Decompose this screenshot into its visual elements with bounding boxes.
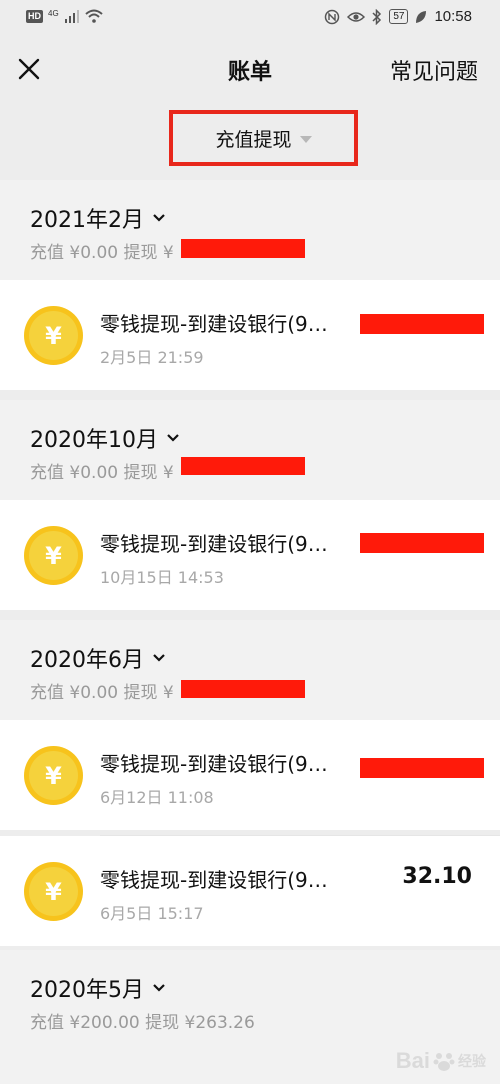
recharge-total: 充值 ¥0.00: [30, 683, 119, 703]
signal-icon: [64, 10, 79, 23]
redaction-bar: [360, 314, 484, 334]
transaction-row[interactable]: ¥ 零钱提现-到建设银行(9… 6月12日 11:08: [0, 720, 500, 830]
withdraw-total: 提现 ¥: [123, 463, 174, 483]
status-left: HD 4G: [26, 9, 103, 23]
yuan-symbol: ¥: [29, 867, 78, 916]
month-summary: 充值 ¥0.00 提现 ¥: [30, 678, 174, 703]
chevron-down-icon: [153, 984, 165, 992]
withdraw-total: 提现 ¥: [123, 243, 174, 263]
transaction-row[interactable]: ¥ 零钱提现-到建设银行(9… 10月15日 14:53: [0, 500, 500, 610]
leaf-icon: [416, 10, 427, 23]
filter-label: 充值提现: [215, 128, 292, 151]
status-bar: HD 4G 57 10:58: [0, 0, 500, 36]
eye-icon: [347, 11, 366, 22]
month-summary: 充值 ¥200.00 提现 ¥263.26: [30, 1008, 255, 1033]
close-icon: [18, 58, 40, 80]
nfc-icon: [325, 9, 340, 24]
yuan-symbol: ¥: [29, 751, 78, 800]
transaction-title: 零钱提现-到建设银行(9…: [100, 312, 328, 336]
coin-icon: ¥: [24, 862, 83, 921]
month-label: 2020年10月: [30, 428, 158, 453]
redaction-bar: [181, 239, 305, 258]
redaction-bar: [360, 533, 484, 553]
month-header: 2020年10月 充值 ¥0.00 提现 ¥: [0, 400, 500, 500]
redaction-bar: [181, 680, 305, 698]
coin-icon: ¥: [24, 746, 83, 805]
month-label: 2020年6月: [30, 648, 144, 673]
transaction-title: 零钱提现-到建设银行(9…: [100, 868, 328, 892]
transaction-time: 10月15日 14:53: [100, 568, 224, 587]
watermark-sub: 经验: [458, 1054, 486, 1070]
transaction-amount: 32.10: [402, 864, 472, 889]
caret-down-icon: [299, 136, 312, 143]
transaction-row[interactable]: ¥ 零钱提现-到建设银行(9… 6月5日 15:17 32.10: [0, 836, 500, 946]
transaction-title: 零钱提现-到建设银行(9…: [100, 532, 328, 556]
chevron-down-icon: [153, 654, 165, 662]
close-button[interactable]: [14, 54, 44, 84]
month-header: 2020年6月 充值 ¥0.00 提现 ¥: [0, 620, 500, 720]
redaction-bar: [181, 457, 305, 475]
clock-time: 10:58: [434, 8, 472, 25]
withdraw-total: 提现 ¥263.26: [145, 1013, 255, 1033]
month-selector[interactable]: 2020年10月: [30, 422, 180, 454]
network-type: 4G: [48, 8, 59, 18]
faq-link[interactable]: 常见问题: [390, 54, 478, 86]
redaction-bar: [360, 758, 484, 778]
baidu-watermark: Bai 经验: [396, 1048, 486, 1074]
coin-icon: ¥: [24, 526, 83, 585]
filter-dropdown[interactable]: 充值提现: [169, 110, 358, 166]
chevron-down-icon: [153, 214, 165, 222]
withdraw-total: 提现 ¥: [123, 683, 174, 703]
yuan-symbol: ¥: [29, 311, 78, 360]
recharge-total: 充值 ¥200.00: [30, 1013, 140, 1033]
yuan-symbol: ¥: [29, 531, 78, 580]
wifi-icon: [85, 9, 103, 23]
watermark-brand: Bai: [395, 1048, 430, 1073]
transaction-title: 零钱提现-到建设银行(9…: [100, 752, 328, 776]
bluetooth-icon: [372, 8, 382, 25]
coin-icon: ¥: [24, 306, 83, 365]
month-selector[interactable]: 2020年5月: [30, 972, 166, 1004]
recharge-total: 充值 ¥0.00: [30, 243, 119, 263]
nav-bar: 账单 常见问题: [0, 36, 500, 102]
transaction-time: 6月5日 15:17: [100, 904, 204, 923]
transaction-time: 6月12日 11:08: [100, 788, 214, 807]
month-summary: 充值 ¥0.00 提现 ¥: [30, 458, 174, 483]
battery-indicator: 57: [389, 9, 409, 24]
month-selector[interactable]: 2021年2月: [30, 202, 166, 234]
month-label: 2021年2月: [30, 208, 144, 233]
month-selector[interactable]: 2020年6月: [30, 642, 166, 674]
month-header: 2021年2月 充值 ¥0.00 提现 ¥: [0, 180, 500, 280]
chevron-down-icon: [167, 434, 179, 442]
paw-icon: [433, 1053, 455, 1071]
month-label: 2020年5月: [30, 978, 144, 1003]
transaction-row[interactable]: ¥ 零钱提现-到建设银行(9… 2月5日 21:59: [0, 280, 500, 390]
recharge-total: 充值 ¥0.00: [30, 463, 119, 483]
month-summary: 充值 ¥0.00 提现 ¥: [30, 238, 174, 263]
hd-badge: HD: [26, 9, 43, 23]
status-right: 57 10:58: [324, 8, 472, 25]
transaction-time: 2月5日 21:59: [100, 348, 204, 367]
